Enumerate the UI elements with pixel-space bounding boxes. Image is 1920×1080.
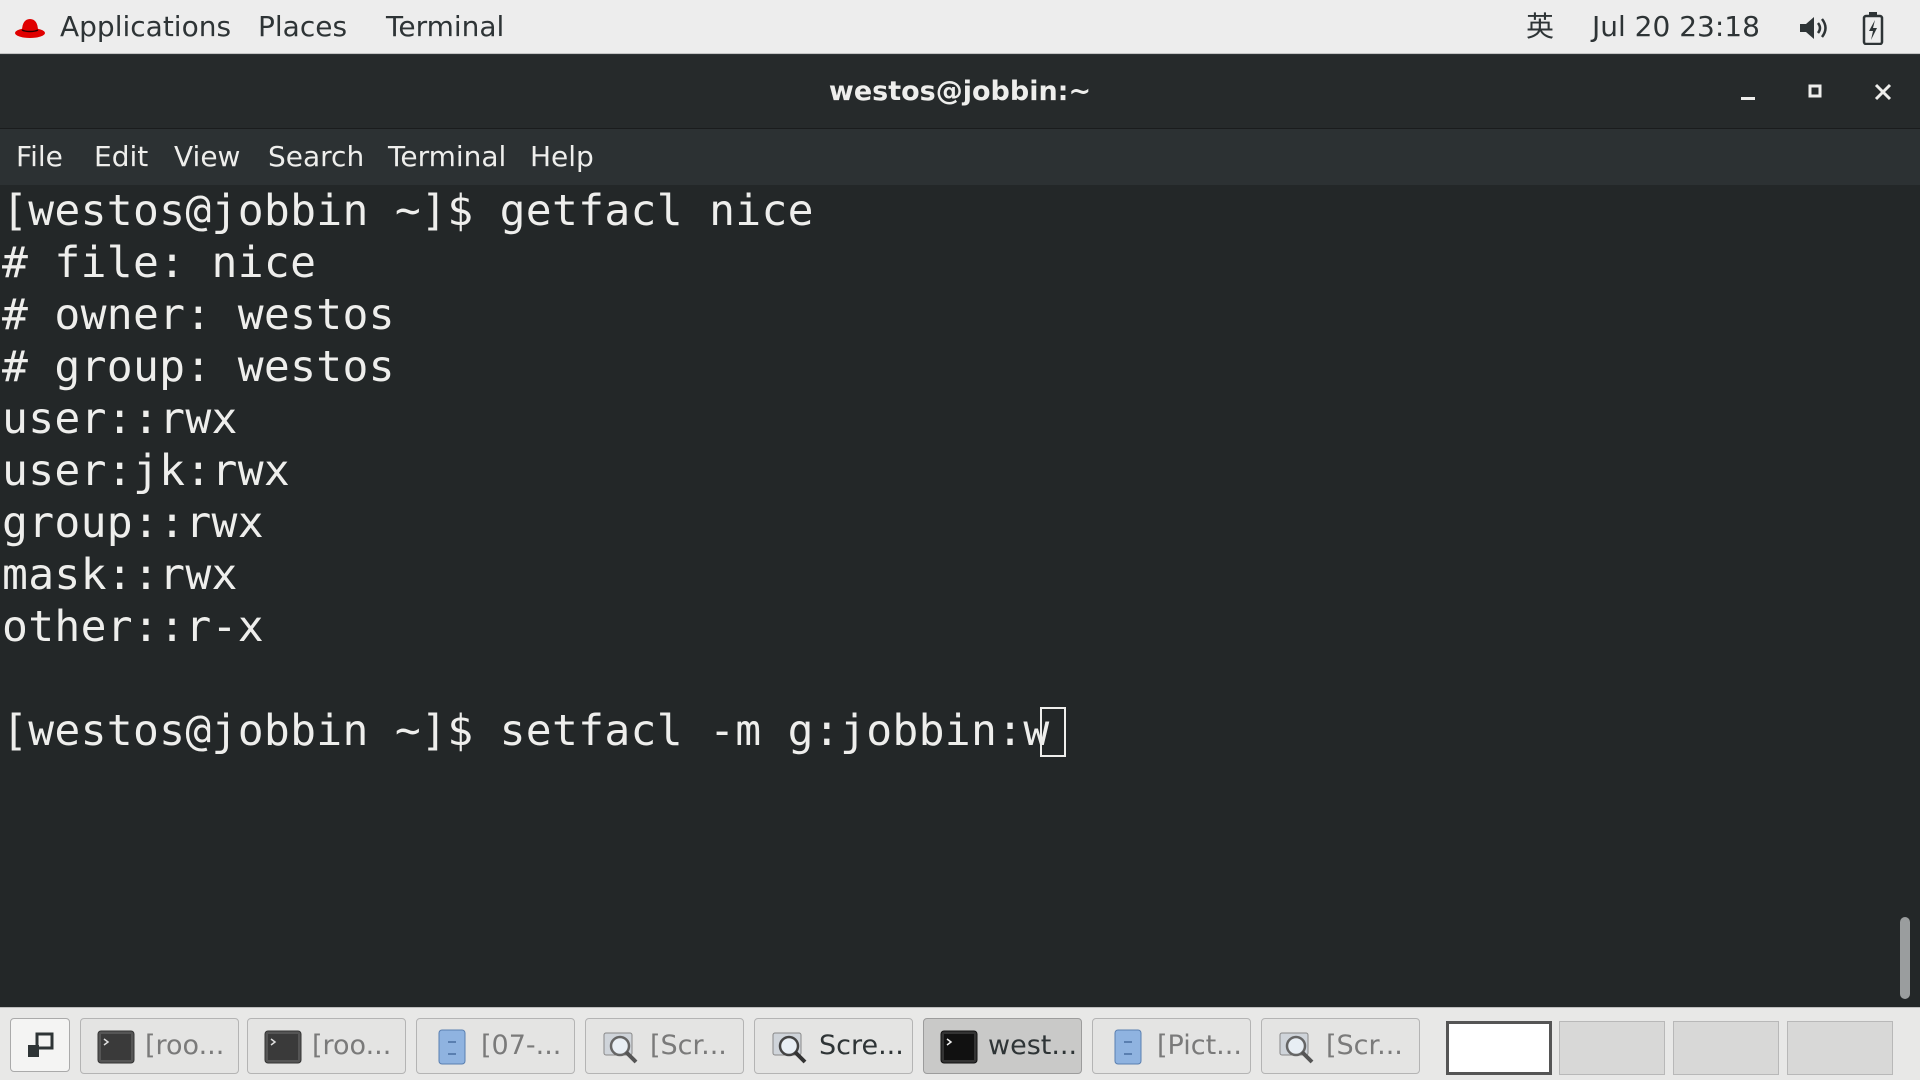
file-manager-icon xyxy=(438,1029,466,1065)
redhat-logo-icon[interactable] xyxy=(14,14,46,40)
show-desktop-icon xyxy=(28,1032,54,1057)
applications-menu[interactable]: Applications xyxy=(60,0,231,54)
taskbar-window-button[interactable]: [Pict... xyxy=(1092,1018,1251,1074)
terminal-icon xyxy=(264,1030,302,1064)
taskbar-window-label: [Pict... xyxy=(1157,1030,1242,1061)
minimize-button[interactable] xyxy=(1729,73,1767,111)
terminal-line: other::r-x xyxy=(2,602,264,652)
window-title: westos@jobbin:~ xyxy=(828,76,1092,107)
terminal-line: user:jk:rwx xyxy=(2,446,291,496)
taskbar-window-button[interactable]: [07-... xyxy=(416,1018,575,1074)
screenshot-icon xyxy=(772,1032,807,1064)
scrollbar-thumb[interactable] xyxy=(1900,917,1910,999)
battery-icon[interactable] xyxy=(1862,11,1884,45)
taskbar-window-button[interactable]: [Scr... xyxy=(585,1018,744,1074)
menu-edit[interactable]: Edit xyxy=(94,129,148,185)
taskbar-window-label: [07-... xyxy=(481,1030,562,1061)
taskbar-window-button[interactable]: Scre... xyxy=(754,1018,913,1074)
terminal-line: # group: westos xyxy=(2,342,395,392)
input-method-indicator[interactable]: 英 xyxy=(1526,0,1554,54)
taskbar-window-label: [roo... xyxy=(145,1030,225,1061)
app-menu-terminal[interactable]: Terminal xyxy=(386,0,504,54)
terminal-line: # file: nice xyxy=(2,238,317,288)
workspace-4[interactable] xyxy=(1787,1021,1893,1075)
taskbar-window-label: Scre... xyxy=(819,1030,904,1061)
taskbar-window-button[interactable]: [roo... xyxy=(247,1018,406,1074)
bottom-panel: [roo... [roo... [07-... [Scr... Scre... … xyxy=(0,1007,1920,1080)
taskbar-window-label: west... xyxy=(988,1030,1078,1061)
screenshot-icon xyxy=(1279,1032,1314,1064)
terminal-line: mask::rwx xyxy=(2,550,238,600)
terminal-line: user::rwx xyxy=(2,394,238,444)
terminal-icon xyxy=(940,1030,978,1064)
close-button[interactable] xyxy=(1864,73,1902,111)
screenshot-icon xyxy=(603,1032,638,1064)
menu-bar: File Edit View Search Terminal Help xyxy=(0,129,1920,185)
terminal-icon xyxy=(97,1030,135,1064)
volume-icon[interactable] xyxy=(1798,14,1832,42)
menu-file[interactable]: File xyxy=(16,129,63,185)
terminal-line: [westos@jobbin ~]$ getfacl nice xyxy=(2,186,814,236)
taskbar-window-button[interactable]: [roo... xyxy=(80,1018,239,1074)
taskbar-window-button-active[interactable]: west... xyxy=(923,1018,1082,1074)
menu-terminal[interactable]: Terminal xyxy=(388,129,506,185)
taskbar-window-label: [roo... xyxy=(312,1030,392,1061)
file-manager-icon xyxy=(1114,1029,1142,1065)
taskbar-window-button[interactable]: [Scr... xyxy=(1261,1018,1420,1074)
text-cursor xyxy=(1040,707,1066,757)
terminal-area[interactable]: [westos@jobbin ~]$ getfacl nice # file: … xyxy=(0,185,1920,1007)
top-panel: Applications Places Terminal 英 Jul 20 23… xyxy=(0,0,1920,54)
maximize-button[interactable] xyxy=(1797,73,1835,111)
terminal-line: # owner: westos xyxy=(2,290,395,340)
clock[interactable]: Jul 20 23:18 xyxy=(1592,0,1760,54)
taskbar-window-label: [Scr... xyxy=(1326,1030,1403,1061)
terminal-line: group::rwx xyxy=(2,498,264,548)
places-menu[interactable]: Places xyxy=(258,0,347,54)
menu-view[interactable]: View xyxy=(174,129,240,185)
show-desktop-button[interactable] xyxy=(10,1018,70,1072)
menu-search[interactable]: Search xyxy=(268,129,364,185)
taskbar-window-label: [Scr... xyxy=(650,1030,727,1061)
workspace-1[interactable] xyxy=(1446,1021,1552,1075)
menu-help[interactable]: Help xyxy=(530,129,594,185)
workspace-3[interactable] xyxy=(1673,1021,1779,1075)
workspace-2[interactable] xyxy=(1559,1021,1665,1075)
terminal-prompt-line: [westos@jobbin ~]$ setfacl -m g:jobbin:w xyxy=(2,706,1050,756)
window-titlebar[interactable]: westos@jobbin:~ xyxy=(0,55,1920,129)
